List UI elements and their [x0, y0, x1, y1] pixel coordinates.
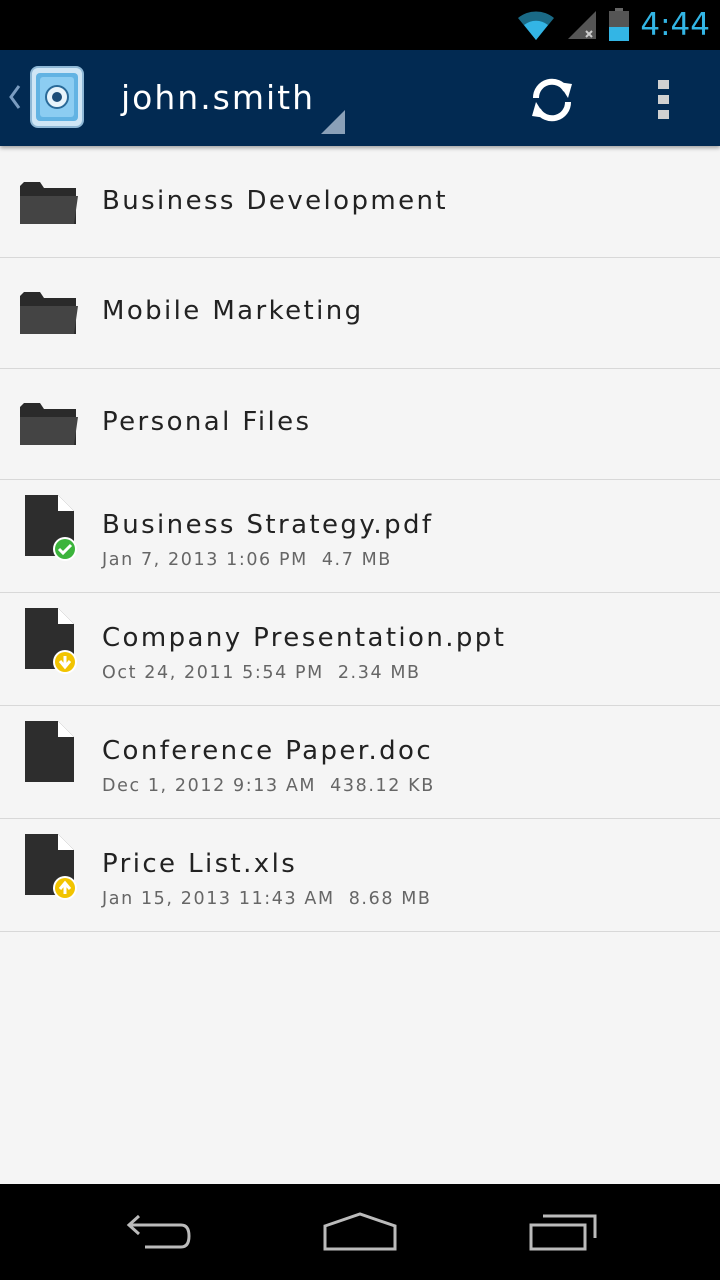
folder-row[interactable]: Business Development	[0, 148, 720, 258]
folder-row[interactable]: Mobile Marketing	[0, 258, 720, 369]
account-title[interactable]: john.smith	[121, 76, 315, 120]
file-size: 8.68 MB	[348, 889, 432, 909]
document-icon	[25, 608, 77, 674]
up-caret-icon[interactable]	[8, 84, 22, 110]
folder-icon	[20, 403, 78, 445]
file-date: Jan 7, 2013 1:06 PM	[102, 550, 308, 570]
check-badge-icon	[53, 537, 77, 561]
file-size: 4.7 MB	[321, 550, 392, 570]
wifi-icon	[518, 11, 555, 40]
app-logo-icon[interactable]	[28, 64, 86, 130]
back-button[interactable]	[105, 1204, 215, 1260]
recent-apps-button[interactable]	[508, 1204, 618, 1260]
file-name: Business Strategy.pdf	[102, 510, 434, 540]
back-icon	[126, 1214, 191, 1249]
navigation-bar	[0, 1184, 720, 1280]
clock: 4:44	[640, 7, 710, 43]
document-icon	[25, 495, 77, 561]
file-size: 2.34 MB	[337, 663, 421, 683]
file-meta: Oct 24, 2011 5:54 PM 2.34 MB	[102, 663, 421, 683]
action-bar: john.smith	[0, 50, 720, 146]
folder-name: Personal Files	[102, 407, 312, 437]
file-date: Dec 1, 2012 9:13 AM	[102, 776, 317, 796]
status-bar: 4:44	[0, 0, 720, 50]
file-date: Jan 15, 2013 11:43 AM	[102, 889, 335, 909]
file-name: Price List.xls	[102, 849, 298, 879]
file-name: Company Presentation.ppt	[102, 623, 507, 653]
battery-icon	[609, 8, 630, 41]
file-row[interactable]: Business Strategy.pdf Jan 7, 2013 1:06 P…	[0, 480, 720, 593]
file-row[interactable]: Conference Paper.doc Dec 1, 2012 9:13 AM…	[0, 706, 720, 819]
document-icon	[25, 834, 77, 900]
document-icon	[25, 721, 74, 782]
recent-apps-icon	[529, 1214, 597, 1251]
file-name: Conference Paper.doc	[102, 736, 434, 766]
folder-name: Business Development	[102, 186, 448, 216]
file-meta: Jan 7, 2013 1:06 PM 4.7 MB	[102, 550, 392, 570]
overflow-menu-icon	[658, 80, 669, 119]
refresh-button[interactable]	[520, 72, 584, 128]
file-meta: Jan 15, 2013 11:43 AM 8.68 MB	[102, 889, 432, 909]
file-date: Oct 24, 2011 5:54 PM	[102, 663, 324, 683]
file-list: Business Development Mobile Marketing Pe…	[0, 148, 720, 932]
upload-badge-icon	[53, 876, 77, 900]
file-row[interactable]: Company Presentation.ppt Oct 24, 2011 5:…	[0, 593, 720, 706]
file-meta: Dec 1, 2012 9:13 AM 438.12 KB	[102, 776, 435, 796]
folder-icon	[20, 182, 78, 224]
refresh-icon	[532, 78, 572, 122]
home-button[interactable]	[305, 1204, 415, 1260]
dropdown-indicator-icon[interactable]	[321, 110, 345, 134]
folder-name: Mobile Marketing	[102, 296, 364, 326]
download-badge-icon	[53, 650, 77, 674]
folder-icon	[20, 292, 78, 334]
signal-icon	[568, 11, 597, 39]
file-size: 438.12 KB	[330, 776, 435, 796]
status-icons: 4:44	[516, 0, 710, 50]
overflow-menu-button[interactable]	[640, 72, 688, 128]
home-icon	[323, 1212, 397, 1251]
folder-row[interactable]: Personal Files	[0, 369, 720, 480]
file-row[interactable]: Price List.xls Jan 15, 2013 11:43 AM 8.68…	[0, 819, 720, 932]
